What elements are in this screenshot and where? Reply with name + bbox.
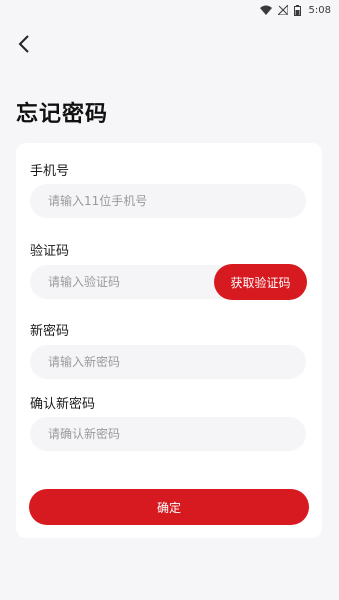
form-card: 手机号 验证码 获取验证码 新密码 确认新密码 确定 xyxy=(16,143,322,538)
back-arrow-icon xyxy=(18,35,30,57)
back-button[interactable] xyxy=(12,34,36,58)
status-time: 5:08 xyxy=(308,4,331,16)
get-code-button[interactable]: 获取验证码 xyxy=(214,264,307,300)
confirm-password-label: 确认新密码 xyxy=(30,397,96,412)
confirm-password-input[interactable] xyxy=(30,417,306,451)
battery-icon xyxy=(293,4,301,16)
forgot-password-screen: 5:08 忘记密码 手机号 验证码 获取验证码 新密码 确认新密码 确定 xyxy=(0,0,339,600)
status-bar: 5:08 xyxy=(0,0,339,20)
code-row: 获取验证码 xyxy=(30,264,307,300)
signal-icon xyxy=(277,5,288,15)
wifi-icon xyxy=(259,5,272,15)
new-password-input[interactable] xyxy=(30,345,306,379)
code-label: 验证码 xyxy=(30,244,70,259)
page-title: 忘记密码 xyxy=(16,102,109,127)
confirm-button[interactable]: 确定 xyxy=(29,489,309,525)
new-password-label: 新密码 xyxy=(30,324,70,339)
phone-label: 手机号 xyxy=(30,164,70,179)
phone-input[interactable] xyxy=(30,184,306,218)
